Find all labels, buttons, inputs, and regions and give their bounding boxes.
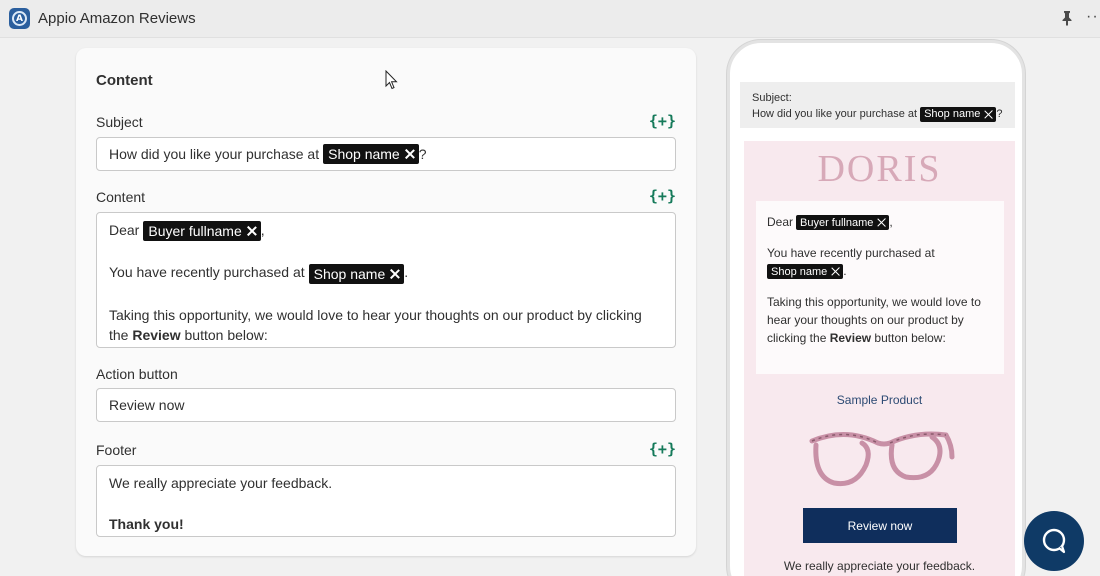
action-button-label: Action button: [96, 366, 178, 382]
preview-shop-tag: Shop name: [767, 264, 844, 280]
subject-label: Subject: [96, 114, 143, 130]
email-preview: DORIS Dear Buyer fullname, You have recen…: [744, 141, 1015, 576]
action-button-input[interactable]: Review now: [96, 388, 676, 422]
purchased-text: You have recently purchased at: [109, 264, 305, 281]
tag-close-icon: [877, 218, 886, 227]
brand-logo: DORIS: [817, 148, 942, 190]
card-title: Content: [96, 72, 153, 89]
preview-shop-name-tag: Shop name: [920, 106, 997, 122]
review-bold-text: Review: [132, 326, 181, 343]
chat-support-button[interactable]: [1024, 511, 1084, 571]
app-title: Appio Amazon Reviews: [38, 10, 196, 27]
content-card: Content Subject {+} How did you like you…: [76, 48, 696, 556]
preview-body: Dear Buyer fullname, You have recently pu…: [756, 201, 1004, 374]
remove-tag-icon[interactable]: [405, 149, 415, 159]
preview-footer: We really appreciate your feedback.: [783, 559, 976, 573]
greeting-text: Dear: [109, 222, 140, 238]
subject-insert-variable-button[interactable]: {+}: [649, 112, 676, 130]
remove-tag-icon[interactable]: [390, 269, 400, 279]
chat-bubble-icon: [1042, 528, 1066, 554]
glasses-product-image: [809, 431, 955, 487]
shop-name-tag[interactable]: Shop name: [323, 144, 419, 164]
app-header: A Appio Amazon Reviews ···: [0, 0, 1100, 38]
product-name: Sample Product: [836, 393, 923, 407]
pin-icon[interactable]: [1060, 10, 1074, 26]
tag-close-icon: [831, 267, 840, 276]
content-insert-variable-button[interactable]: {+}: [649, 187, 676, 205]
buyer-fullname-tag[interactable]: Buyer fullname: [143, 221, 261, 242]
remove-tag-icon[interactable]: [247, 226, 257, 236]
mouse-cursor-icon: [385, 70, 398, 90]
subject-text-end: ?: [418, 146, 427, 162]
content-textarea[interactable]: Dear Buyer fullname, You have recently pu…: [96, 212, 676, 348]
footer-insert-variable-button[interactable]: {+}: [649, 440, 676, 458]
app-logo-icon: A: [9, 8, 30, 29]
preview-buyer-tag: Buyer fullname: [796, 215, 890, 231]
tag-close-icon: [984, 110, 993, 119]
subject-text: How did you like your purchase at: [109, 146, 320, 162]
content-label: Content: [96, 189, 146, 205]
footer-textarea[interactable]: We really appreciate your feedback. Than…: [96, 465, 676, 537]
preview-subject: Subject: How did you like your purchase …: [740, 82, 1015, 128]
shop-name-tag[interactable]: Shop name: [308, 263, 405, 284]
footer-label: Footer: [96, 442, 137, 458]
subject-input[interactable]: How did you like your purchase at Shop n…: [96, 137, 676, 171]
more-options-icon[interactable]: ···: [1086, 8, 1100, 26]
review-now-button[interactable]: Review now: [803, 508, 957, 543]
